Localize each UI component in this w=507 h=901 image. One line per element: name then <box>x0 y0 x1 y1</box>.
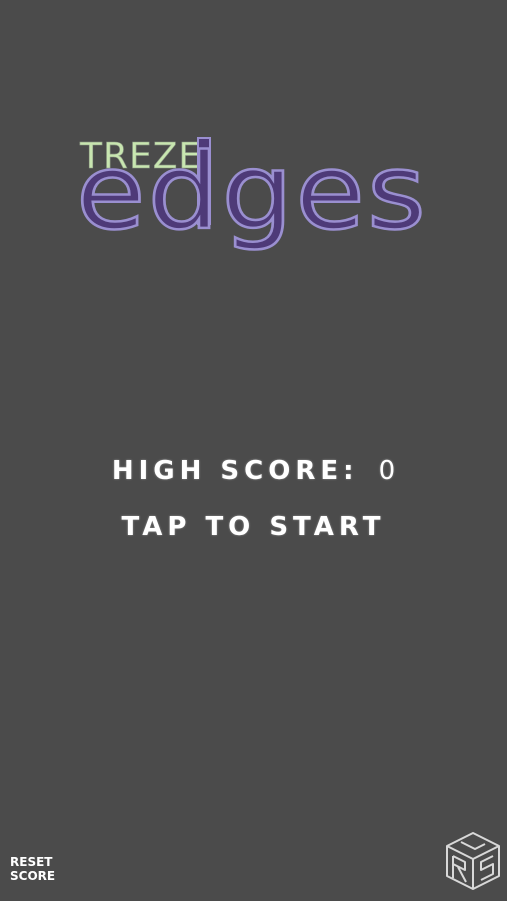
tap-to-start-prompt[interactable]: TAP TO START <box>0 512 507 542</box>
game-logo: TREZE edges <box>74 128 434 258</box>
high-score-label: HIGH SCORE: <box>111 456 359 486</box>
high-score-display: HIGH SCORE: 0 <box>0 456 507 486</box>
reset-score-button[interactable]: RESET SCORE <box>10 855 55 883</box>
high-score-value: 0 <box>378 456 396 486</box>
reset-label-line1: RESET <box>10 855 53 869</box>
reset-label-line2: SCORE <box>10 869 56 883</box>
logo-main-word: edges <box>76 131 428 253</box>
game-screen[interactable]: TREZE edges HIGH SCORE: 0 TAP TO START R… <box>0 0 507 901</box>
cube-logo-icon[interactable] <box>444 830 502 892</box>
